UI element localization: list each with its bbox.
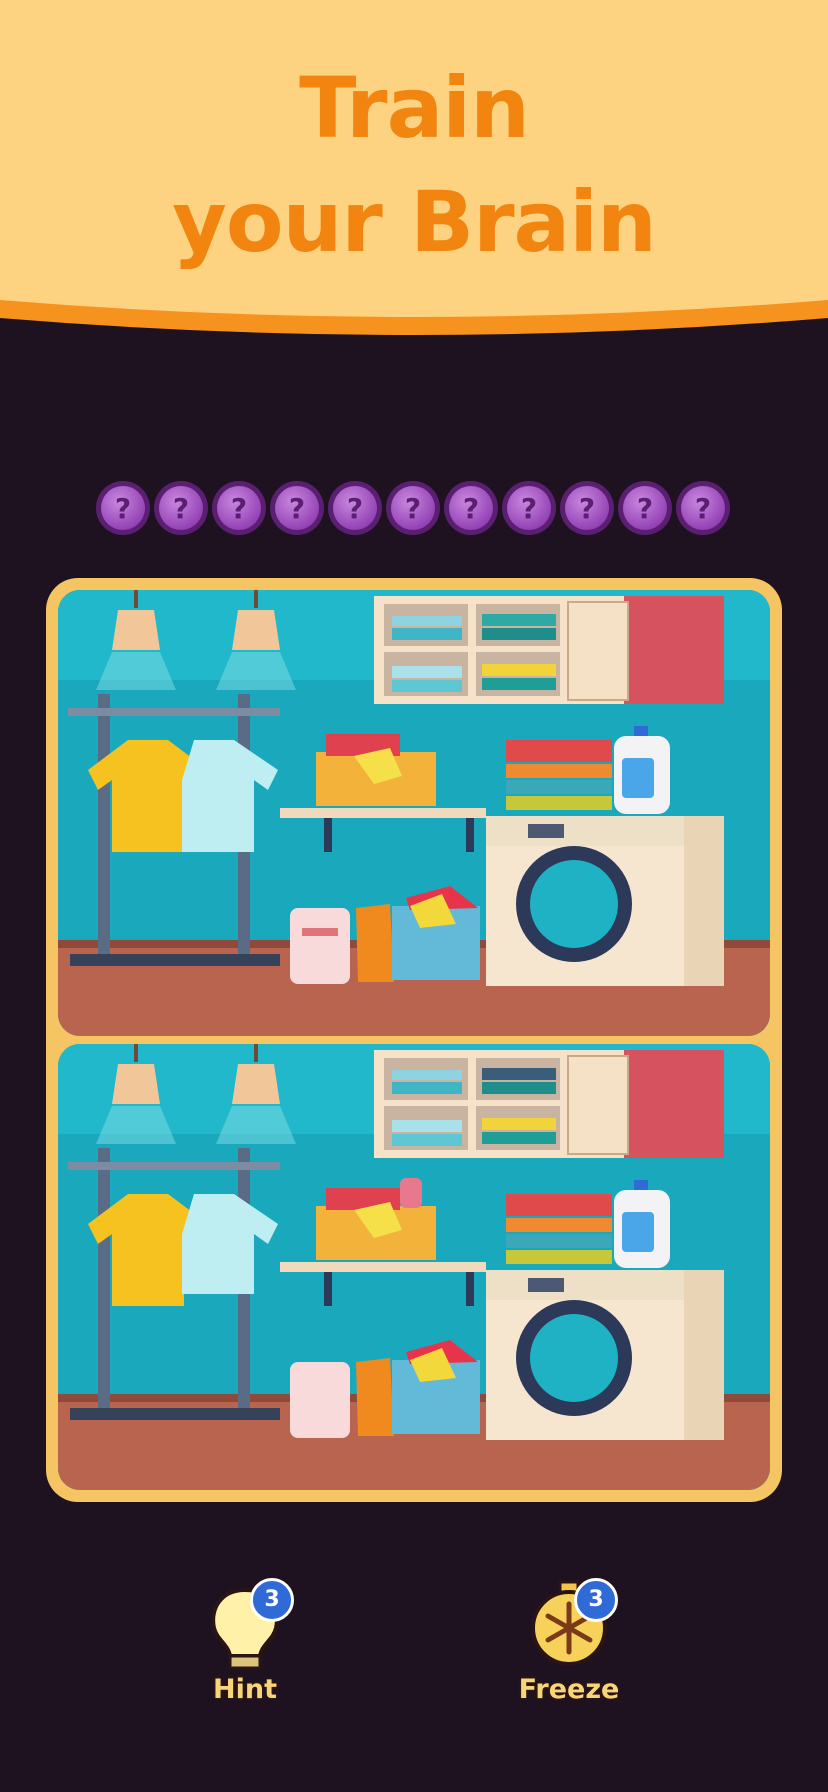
token-1: ? [96,481,150,535]
washing-machine [486,1270,724,1440]
detergent-bottle [614,1180,670,1268]
svg-text:?: ? [347,492,363,525]
laundry-scene-modified[interactable] [58,1044,770,1490]
svg-text:?: ? [115,492,131,525]
scene-panel-original[interactable] [58,590,770,1036]
towel-stack [506,740,612,810]
token-2: ? [154,481,208,535]
svg-text:?: ? [463,492,479,525]
svg-text:?: ? [521,492,537,525]
game-board [46,578,782,1502]
wall-cabinet [374,596,724,704]
svg-text:?: ? [231,492,247,525]
canister-floor [290,908,350,984]
token-4: ? [270,481,324,535]
hint-label: Hint [213,1674,277,1705]
svg-text:?: ? [173,492,189,525]
wall-shelf [280,1262,486,1272]
freeze-count-badge: 3 [574,1578,618,1622]
laundry-scene-original[interactable] [58,590,770,1036]
token-row: ? ? ? ? ? ? ? ? ? ? ? [96,481,730,535]
scene-panel-modified[interactable] [58,1044,770,1490]
hint-count-badge: 3 [250,1578,294,1622]
differences-progress: ? ? ? ? ? ? ? ? ? ? ? [94,478,734,538]
token-10: ? [618,481,672,535]
token-5: ? [328,481,382,535]
title-line-2: your Brain [172,173,657,271]
token-3: ? [212,481,266,535]
token-7: ? [444,481,498,535]
wall-shelf [280,808,486,818]
towel-stack [506,1194,612,1264]
token-9: ? [560,481,614,535]
wall-cabinet [374,1050,724,1158]
laundry-basket-shelf [316,1178,436,1260]
canister-floor [290,1362,350,1438]
svg-text:?: ? [637,492,653,525]
svg-text:?: ? [289,492,305,525]
washing-machine [486,816,724,986]
svg-text:?: ? [695,492,711,525]
header-banner [0,0,828,335]
title-line-1: Train [299,59,530,157]
detergent-bottle [614,726,670,814]
freeze-label: Freeze [518,1674,620,1705]
token-11: ? [676,481,730,535]
hint-button[interactable]: 3 Hint [170,1570,320,1710]
svg-text:?: ? [405,492,421,525]
snowflake-stopwatch-icon [531,1580,607,1666]
token-8: ? [502,481,556,535]
freeze-button[interactable]: 3 Freeze [494,1570,644,1710]
powerup-bar: 3 Hint 3 Freeze [0,1570,828,1710]
svg-text:?: ? [579,492,595,525]
lightbulb-icon [211,1587,279,1670]
token-6: ? [386,481,440,535]
